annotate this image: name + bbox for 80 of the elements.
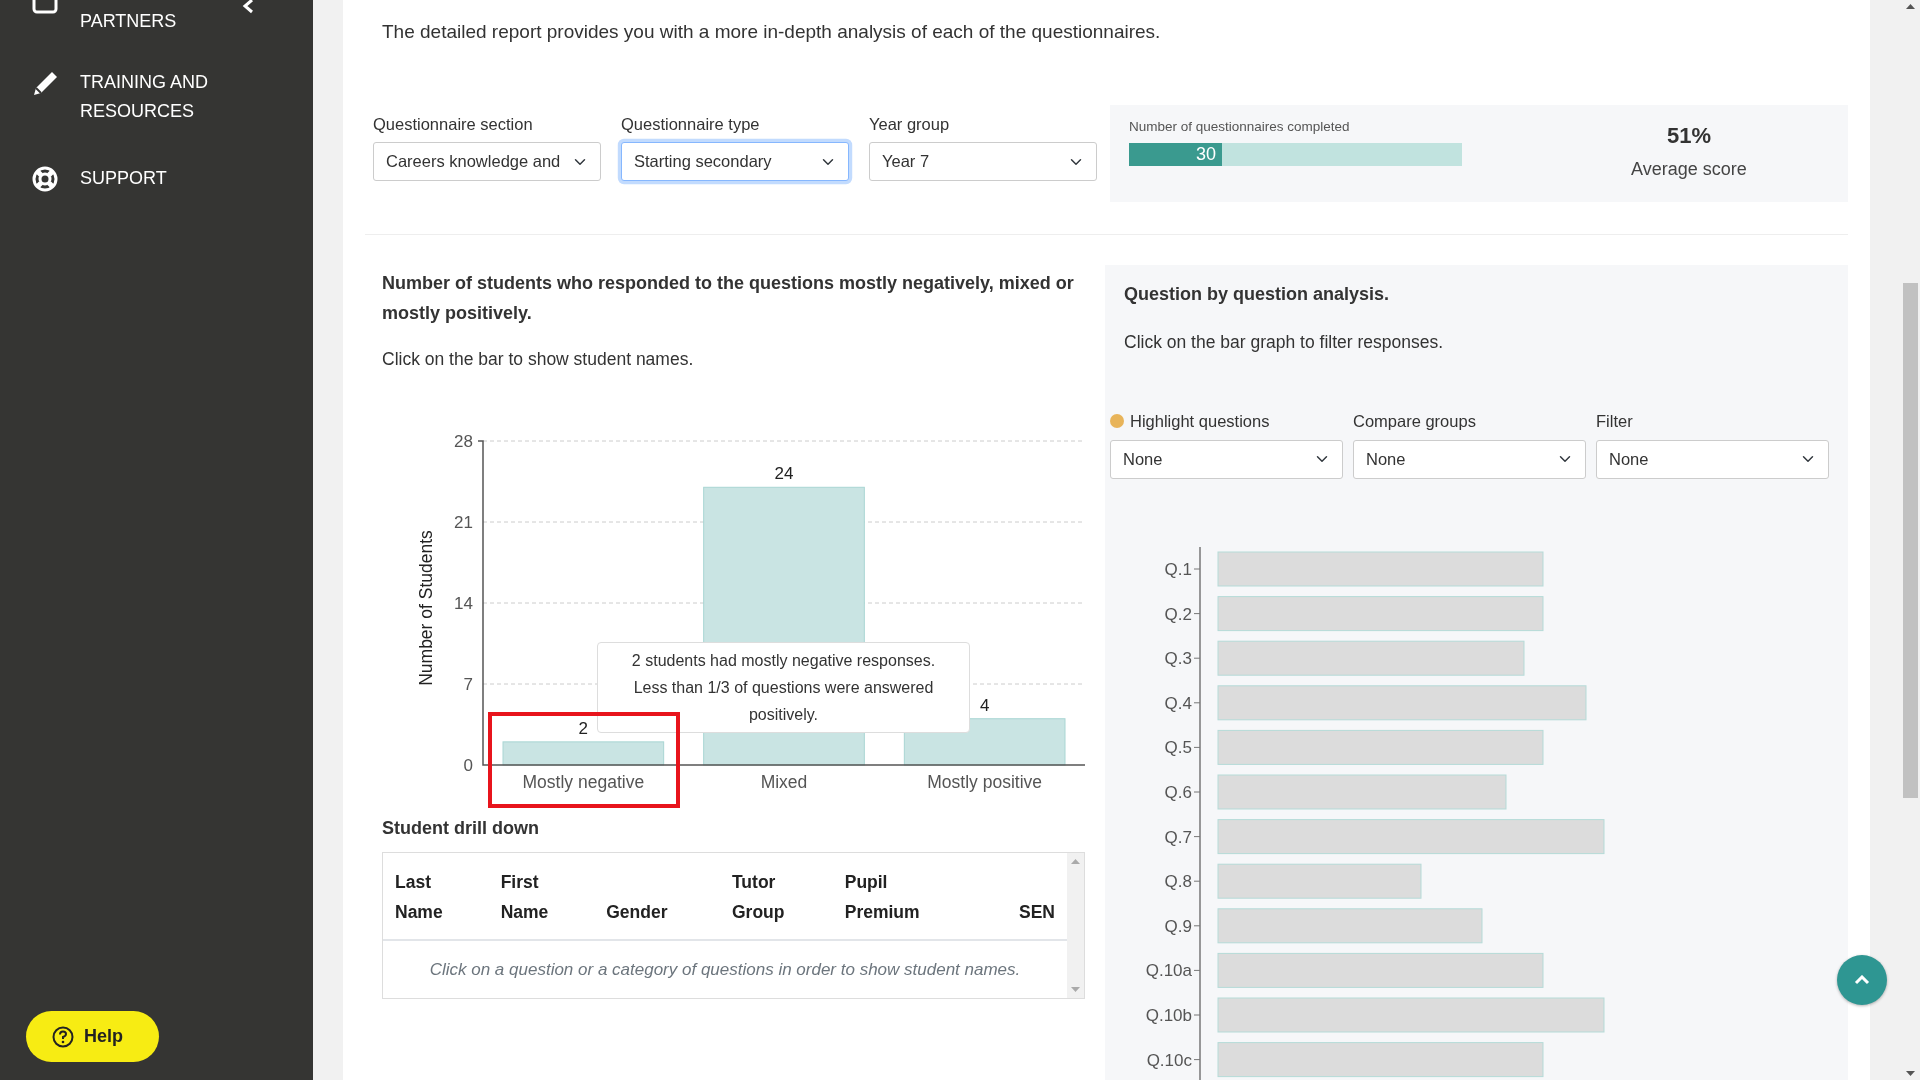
sidebar-link[interactable]: TRAINING AND RESOURCES: [80, 68, 260, 126]
chart-heading: Number of students who responded to the questions mostly negatively, mixed or mostly positively.: [382, 271, 1075, 325]
category-label: Mixed: [760, 771, 808, 792]
question-label: Q.6: [1164, 782, 1192, 802]
drill-down-heading: Student drill down: [382, 816, 540, 840]
question-circle-icon: [52, 1025, 74, 1048]
control-label: Compare groups: [1353, 410, 1476, 432]
control-label: Highlight questions: [1130, 410, 1270, 432]
up-arrow-icon[interactable]: [1905, 4, 1915, 9]
scroll-top-button[interactable]: [1837, 955, 1887, 1005]
bar-value-label: 24: [774, 464, 794, 484]
question-label: Q.5: [1164, 737, 1192, 757]
question-bar[interactable]: [1217, 952, 1544, 988]
question-label: Q.7: [1164, 827, 1192, 847]
control-label: Filter: [1596, 410, 1633, 432]
y-tick-label: 7: [463, 674, 473, 694]
column-header: Tutor Group: [719, 852, 833, 940]
average-score-value: 51%: [1665, 121, 1712, 150]
question-bar[interactable]: [1217, 551, 1544, 586]
filter-dropdown[interactable]: None: [1353, 439, 1586, 479]
filter-label: Questionnaire section: [373, 113, 534, 135]
filter-dropdown[interactable]: Careers knowledge and: [373, 142, 601, 182]
lifebuoy-icon: [32, 166, 58, 192]
question-label: Q.10c: [1146, 1050, 1192, 1070]
filter-dropdown[interactable]: Starting secondary: [621, 142, 849, 182]
filter-dropdown[interactable]: None: [1596, 439, 1829, 479]
category-label: Mostly negative: [522, 771, 645, 792]
help-button[interactable]: Help: [26, 1011, 159, 1062]
column-header: First Name: [488, 852, 595, 940]
progress-fill: 30: [1128, 142, 1223, 166]
question-bar[interactable]: [1217, 729, 1544, 765]
card-icon: [32, 0, 58, 14]
average-score-label: Average score: [1630, 157, 1748, 181]
column-header: Last Name: [383, 852, 489, 940]
filter-label: Year group: [869, 113, 951, 135]
y-tick-label: 0: [463, 755, 473, 775]
intro-text: The detailed report provides you with a more in-depth analysis of each of the questionnaires.: [381, 20, 1162, 44]
chevron-left-icon[interactable]: [242, 0, 254, 14]
question-label: Q.1: [1164, 559, 1192, 579]
question-bar[interactable]: [1217, 997, 1605, 1032]
column-header: Gender: [594, 852, 720, 940]
filter-label: Questionnaire type: [621, 113, 761, 135]
column-header: Pupil Premium: [832, 852, 979, 940]
filter-dropdown[interactable]: None: [1110, 439, 1343, 479]
y-tick-label: 21: [454, 512, 473, 532]
y-tick-label: 28: [454, 431, 473, 451]
empty-table-message: Click on a question or a category of questions in order to show student names.: [383, 939, 1067, 999]
bar-value-label: 2: [578, 718, 589, 738]
question-bar[interactable]: [1217, 640, 1525, 676]
question-bar[interactable]: [1217, 907, 1483, 943]
chart-bar[interactable]: [502, 741, 665, 766]
bar-value-label: 4: [979, 695, 990, 715]
category-label: Mostly positive: [927, 771, 1043, 792]
chart-hint: Click on the bar to show student names.: [382, 347, 695, 371]
question-label: Q.10a: [1145, 960, 1192, 980]
question-label: Q.10b: [1145, 1005, 1192, 1025]
question-bar[interactable]: [1217, 774, 1507, 809]
question-label: Q.9: [1164, 916, 1192, 936]
y-tick-label: 14: [454, 593, 473, 613]
question-bar[interactable]: [1217, 818, 1605, 854]
chart-tooltip: 2 students had mostly negative responses. Less than 1/3 of questions were answered positively.: [597, 641, 970, 733]
question-label: Q.8: [1164, 871, 1192, 891]
question-bar[interactable]: [1217, 1041, 1544, 1077]
question-bar[interactable]: [1217, 595, 1544, 631]
pencil-icon: [32, 70, 58, 96]
question-bar[interactable]: [1217, 684, 1587, 720]
sidebar-link[interactable]: SUPPORT: [80, 164, 167, 193]
question-bar[interactable]: [1217, 863, 1422, 899]
y-axis-title: Number of Students: [416, 529, 436, 686]
sidebar-link[interactable]: PARTNERS: [80, 7, 177, 36]
chevron-up-icon: [1854, 975, 1870, 985]
question-label: Q.4: [1164, 693, 1192, 713]
question-label: Q.2: [1164, 604, 1192, 624]
analysis-heading: Question by question analysis.: [1124, 282, 1391, 306]
question-label: Q.3: [1164, 648, 1192, 668]
completed-label: Number of questionnaires completed: [1128, 117, 1351, 136]
down-arrow-icon[interactable]: [1905, 1071, 1915, 1076]
analysis-hint: Click on the bar graph to filter responses.: [1124, 330, 1445, 354]
filter-dropdown[interactable]: Year 7: [869, 142, 1097, 182]
dot-icon: [1110, 414, 1124, 429]
